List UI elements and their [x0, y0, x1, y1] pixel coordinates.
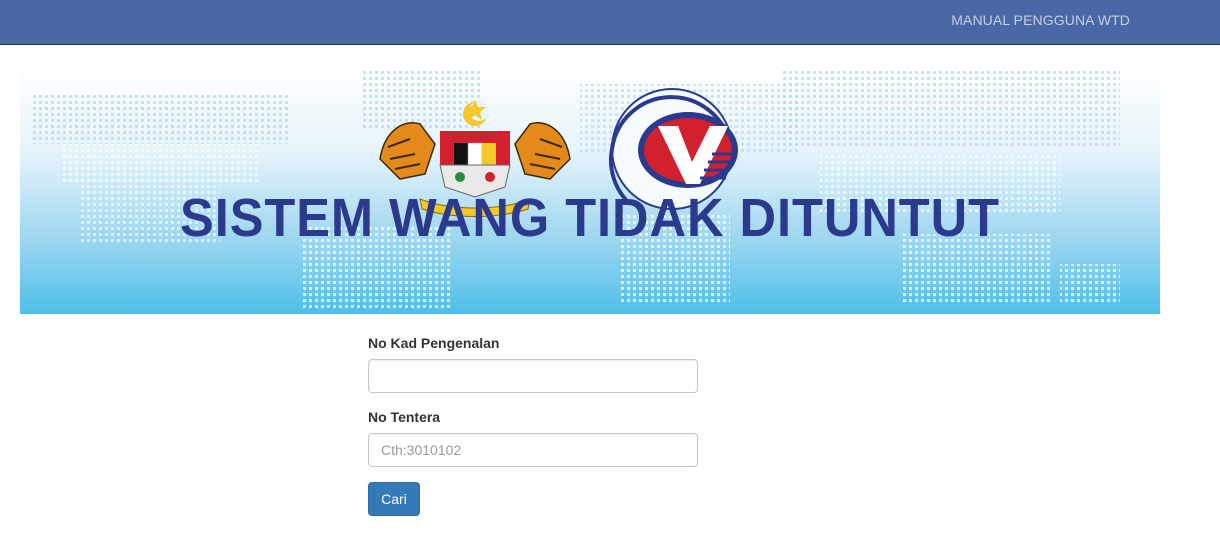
system-banner: SISTEM WANG TIDAK DITUNTUT	[20, 64, 1160, 314]
ic-number-label: No Kad Pengenalan	[368, 335, 500, 351]
army-number-label: No Tentera	[368, 409, 441, 425]
manual-link[interactable]: MANUAL PENGGUNA WTD	[951, 12, 1130, 28]
search-form: No Kad Pengenalan No Tentera Cari	[368, 334, 698, 516]
banner-graphic: SISTEM WANG TIDAK DITUNTUT	[20, 64, 1160, 314]
search-button[interactable]: Cari	[368, 482, 420, 516]
ic-number-input[interactable]	[368, 359, 698, 393]
top-navbar: MANUAL PENGGUNA WTD	[0, 0, 1220, 45]
banner-title: SISTEM WANG TIDAK DITUNTUT	[180, 188, 1000, 248]
army-number-input[interactable]	[368, 433, 698, 467]
